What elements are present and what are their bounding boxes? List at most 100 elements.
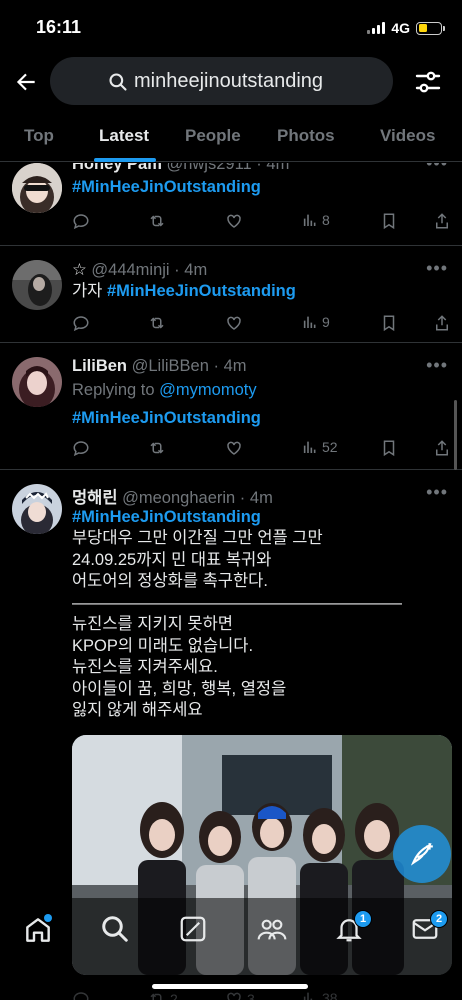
tweet[interactable]: LiliBen @LiliBBen · 4m ••• Replying to @… [0,343,462,470]
hashtag-link[interactable]: #MinHeeJinOutstanding [72,409,261,427]
analytics-icon [303,214,316,226]
retweet-button[interactable] [148,439,166,457]
nav-search[interactable] [100,914,134,948]
battery-icon [416,21,445,35]
share-button[interactable] [434,314,450,332]
active-tab-indicator [94,158,156,162]
avatar[interactable] [12,260,62,310]
handle[interactable]: @meonghaerin [122,489,235,507]
tweet-text-line: ———————————————————— [72,594,402,612]
reply-button[interactable] [72,439,90,457]
more-options-icon[interactable]: ••• [426,482,448,503]
more-options-icon[interactable]: ••• [426,163,448,174]
tweet-text: #MinHeeJinOutstanding [72,408,261,429]
home-indicator[interactable] [152,984,308,989]
handle[interactable]: @444minji [91,261,169,279]
retweet-button[interactable] [148,212,166,230]
more-options-icon[interactable]: ••• [426,355,448,376]
bookmark-icon [383,213,395,230]
handle[interactable]: @nwjs2911 [166,163,251,173]
search-icon [102,916,128,942]
messages-badge: 2 [430,910,448,928]
search-input[interactable]: minheejinoutstanding [50,57,393,105]
reply-button[interactable] [72,212,90,230]
views-count: 9 [322,314,330,330]
search-icon [109,73,127,91]
tab-people[interactable]: People [185,126,241,146]
search-header: minheejinoutstanding [0,56,462,108]
display-name[interactable]: LiliBen [72,357,127,375]
tweet-feed[interactable]: Honey Pam @nwjs2911 · 4m ••• #MinHeeJinO… [0,163,462,1000]
share-button[interactable] [434,439,450,457]
heart-icon [227,214,241,228]
display-name[interactable]: 멍해린 [72,489,118,507]
tweet-text-prefix: 가자 [72,282,103,300]
tweet[interactable]: Honey Pam @nwjs2911 · 4m ••• #MinHeeJinO… [0,163,462,246]
arrow-left-icon [16,73,35,91]
mention-link[interactable]: @mymomoty [159,381,256,399]
share-button[interactable] [434,212,450,230]
views-button[interactable]: 52 [302,439,338,455]
avatar-image [12,357,62,407]
like-button[interactable] [225,212,243,230]
timestamp[interactable]: 4m [266,163,289,173]
hashtag-link[interactable]: #MinHeeJinOutstanding [72,178,261,196]
filter-settings-icon[interactable] [414,68,442,96]
network-label: 4G [391,20,410,36]
nav-notifications[interactable]: 1 [334,910,372,948]
bookmark-icon [383,440,395,457]
views-button[interactable]: 8 [302,212,330,228]
bookmark-button[interactable] [381,439,397,457]
notifications-badge: 1 [354,910,372,928]
nav-grok[interactable] [178,914,212,948]
tweet-header: ☆ @444minji · 4m [72,261,208,279]
bookmark-button[interactable] [381,212,397,230]
display-name[interactable]: ☆ [72,261,87,279]
timestamp[interactable]: 4m [184,261,207,279]
nav-messages[interactable]: 2 [410,910,448,948]
scrollbar[interactable] [454,400,457,470]
tweet-hashtag: #MinHeeJinOutstanding [72,507,261,528]
retweet-button[interactable] [148,314,166,332]
retweet-icon [150,317,164,329]
avatar[interactable] [12,484,62,534]
tweet-actions: 8 [72,212,450,234]
tweet-actions: 52 [72,439,450,461]
reply-button[interactable] [72,314,90,332]
compose-button[interactable] [393,825,451,883]
status-bar: 16:11 4G [0,0,462,56]
reply-icon [73,316,89,332]
like-button[interactable] [225,314,243,332]
share-icon [436,315,448,331]
views-button[interactable]: 9 [302,314,330,330]
more-options-icon[interactable]: ••• [426,258,448,279]
tab-videos[interactable]: Videos [380,126,435,146]
nav-communities[interactable] [256,914,290,948]
reply-icon [73,441,89,457]
analytics-icon [303,441,316,453]
display-name[interactable]: Honey Pam [72,163,162,173]
tweet[interactable]: ☆ @444minji · 4m ••• 가자 #MinHeeJinOutsta… [0,246,462,343]
tab-top[interactable]: Top [24,126,54,146]
communities-icon [257,919,287,940]
back-button[interactable] [10,66,42,98]
hashtag-link[interactable]: #MinHeeJinOutstanding [107,282,296,300]
handle[interactable]: @LiliBBen [132,357,209,375]
avatar-image [12,163,62,213]
replying-label: Replying to [72,381,155,399]
timestamp[interactable]: 4m [224,357,247,375]
avatar-image [12,484,62,534]
hashtag-link[interactable]: #MinHeeJinOutstanding [72,508,261,526]
tweet-text-line: 잃지 않게 해주세요 [72,701,203,719]
tab-latest[interactable]: Latest [99,126,149,146]
avatar[interactable] [12,163,62,213]
home-unread-dot [44,914,52,922]
tab-photos[interactable]: Photos [277,126,335,146]
avatar[interactable] [12,357,62,407]
like-button[interactable] [225,439,243,457]
signal-icon [367,22,386,34]
tweet-text-line: 24.09.25까지 민 대표 복귀와 [72,551,272,569]
timestamp[interactable]: 4m [250,489,273,507]
bookmark-button[interactable] [381,314,397,332]
nav-home[interactable] [22,914,56,948]
